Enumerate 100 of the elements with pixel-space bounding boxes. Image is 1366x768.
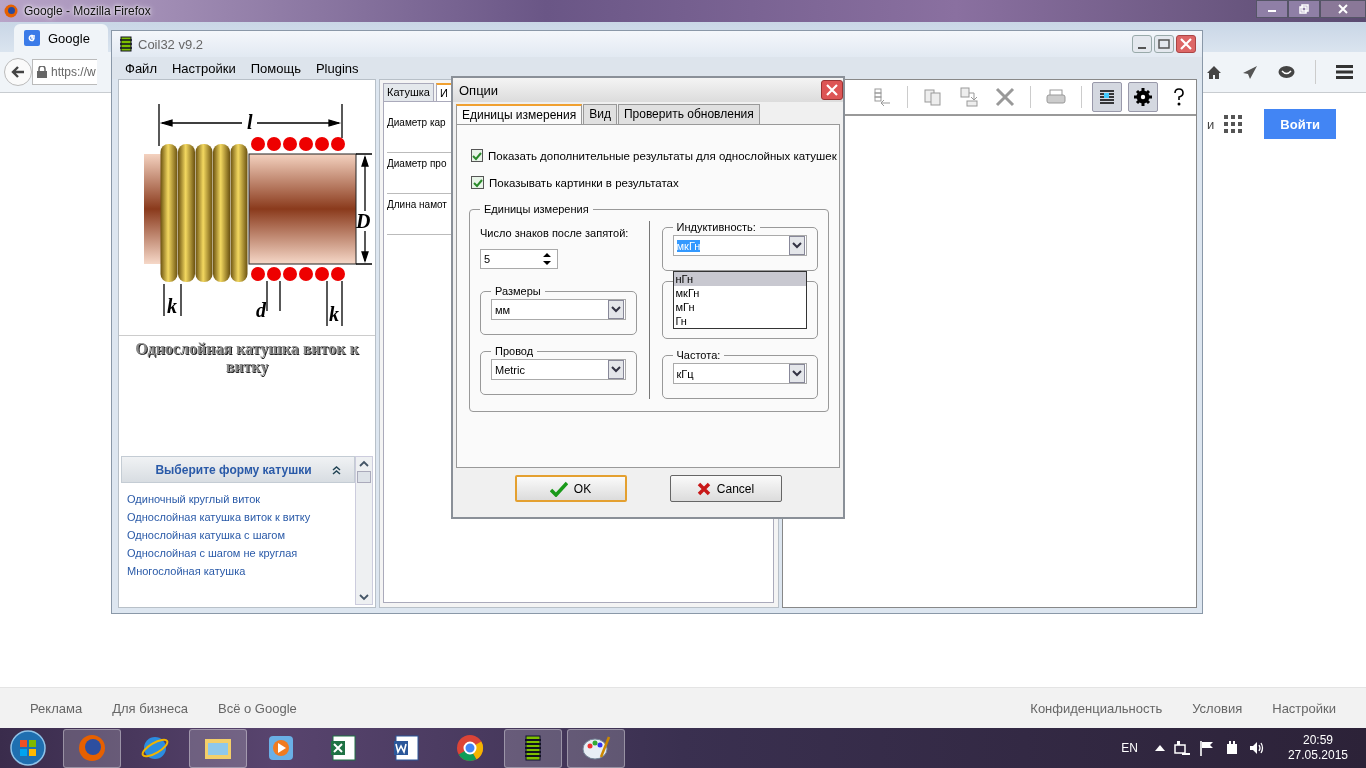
footer-link[interactable]: Для бизнеса bbox=[112, 700, 188, 716]
close-button[interactable] bbox=[821, 80, 843, 100]
footer-link[interactable]: Настройки bbox=[1272, 700, 1336, 716]
menu-item[interactable]: Настройки bbox=[171, 60, 236, 76]
tab[interactable]: Проверить обновления bbox=[617, 104, 760, 124]
partial-text: и bbox=[1207, 116, 1215, 132]
table-icon bbox=[1097, 87, 1117, 107]
spreadsheet-icon bbox=[329, 733, 359, 763]
menu-item[interactable]: Plugins bbox=[315, 60, 359, 76]
clock-date: 27.05.2015 bbox=[1287, 748, 1348, 763]
field-label: Диаметр про bbox=[387, 158, 447, 169]
document-icon bbox=[392, 733, 422, 763]
settings-button[interactable] bbox=[1128, 82, 1158, 112]
taskbar-app-button[interactable] bbox=[189, 728, 247, 768]
caret-icon[interactable] bbox=[607, 360, 624, 379]
footer-link[interactable]: Конфиденциальность bbox=[1030, 700, 1163, 716]
dropdown[interactable]: мм bbox=[491, 299, 626, 320]
coil-shape-link[interactable]: Одиночный круглый виток bbox=[127, 493, 349, 505]
spin-arrows-icon[interactable] bbox=[543, 252, 551, 266]
checkbox-label: Показывать картинки в результатах bbox=[489, 176, 679, 189]
network-icon[interactable] bbox=[1173, 740, 1190, 756]
minimize-icon bbox=[1138, 47, 1146, 49]
app-title: Coil32 v9.2 bbox=[138, 36, 204, 52]
footer-link[interactable]: Всё о Google bbox=[218, 700, 297, 716]
check-icon bbox=[549, 480, 568, 497]
paper-plane-icon[interactable] bbox=[1242, 64, 1258, 80]
cross-icon bbox=[995, 87, 1015, 107]
google-favicon-icon bbox=[24, 30, 40, 46]
sign-in-button[interactable]: Войти bbox=[1264, 109, 1336, 139]
dropdown-option[interactable]: мГн bbox=[673, 300, 806, 314]
address-field[interactable]: https://w bbox=[32, 59, 97, 85]
panel-title: Выберите форму катушки bbox=[155, 462, 312, 477]
browser-tab[interactable]: Google bbox=[14, 24, 108, 52]
minimize-button[interactable] bbox=[1256, 0, 1288, 18]
apps-grid-icon[interactable] bbox=[1224, 115, 1243, 133]
group-title: Индуктивность: bbox=[675, 221, 757, 233]
pitch-label: k bbox=[329, 303, 339, 325]
cancel-button[interactable]: Cancel bbox=[669, 475, 782, 502]
up-arrow-icon[interactable] bbox=[1154, 745, 1165, 751]
wire-diameter-label: d bbox=[256, 299, 266, 321]
group-title: Частота: bbox=[675, 349, 722, 361]
restore-icon bbox=[1299, 4, 1309, 14]
dropdown[interactable]: Metric bbox=[491, 359, 626, 380]
coil-shape-link[interactable]: Однослойная катушка с шагом bbox=[127, 529, 349, 541]
dropdown-option[interactable]: нГн bbox=[673, 272, 806, 286]
menu-item[interactable]: Помощь bbox=[250, 60, 301, 76]
gear-icon bbox=[1133, 87, 1153, 107]
collapse-chevron-icon[interactable] bbox=[331, 464, 341, 475]
window-title: Google - Mozilla Firefox bbox=[24, 4, 151, 18]
caret-icon[interactable] bbox=[607, 300, 624, 319]
minimize-button[interactable] bbox=[1132, 35, 1152, 53]
play-icon bbox=[266, 733, 296, 763]
tab[interactable]: И bbox=[435, 83, 452, 101]
maximize-button[interactable] bbox=[1154, 35, 1174, 53]
scroll-thumb[interactable] bbox=[357, 471, 371, 483]
dropdown-option[interactable]: Гн bbox=[673, 314, 806, 328]
checkbox[interactable] bbox=[471, 176, 484, 189]
taskbar-app-button[interactable] bbox=[504, 728, 562, 768]
coil-shape-link[interactable]: Многослойная катушка bbox=[127, 565, 349, 577]
close-icon bbox=[826, 84, 838, 96]
dialog-title: Опции bbox=[459, 82, 499, 98]
spin-field[interactable]: 5 bbox=[480, 249, 558, 269]
start-button-icon[interactable] bbox=[10, 730, 46, 766]
footer-link[interactable]: Условия bbox=[1192, 700, 1243, 716]
coil-shape-link[interactable]: Однослойная катушка виток к витку bbox=[127, 511, 349, 523]
cross-icon bbox=[696, 481, 711, 496]
panel-header[interactable]: Выберите форму катушки bbox=[121, 456, 355, 483]
close-icon bbox=[1180, 38, 1192, 50]
tab[interactable]: Единицы измерения bbox=[456, 104, 583, 124]
close-button[interactable] bbox=[1176, 35, 1196, 53]
restore-button[interactable] bbox=[1288, 0, 1320, 18]
tab[interactable]: Катушка bbox=[383, 83, 434, 101]
footer-link[interactable]: Реклама bbox=[30, 700, 83, 716]
tab[interactable]: Вид bbox=[583, 104, 617, 124]
chat-icon[interactable] bbox=[1278, 64, 1295, 80]
field-label: Длина намот bbox=[387, 199, 447, 210]
speaker-icon[interactable] bbox=[1248, 740, 1265, 756]
menu-item[interactable]: Файл bbox=[125, 60, 157, 76]
menu-icon[interactable] bbox=[1336, 65, 1353, 79]
field-label: Число знаков после запятой: bbox=[480, 226, 630, 239]
diameter-label: D bbox=[356, 210, 371, 232]
copy-icon bbox=[923, 87, 943, 107]
flag-icon[interactable] bbox=[1198, 740, 1215, 756]
back-button[interactable] bbox=[4, 58, 32, 86]
ok-button[interactable]: OK bbox=[514, 475, 627, 502]
scrollbar[interactable] bbox=[355, 456, 373, 605]
caret-icon[interactable] bbox=[789, 364, 805, 383]
close-button[interactable] bbox=[1320, 0, 1366, 18]
close-icon bbox=[1338, 4, 1348, 14]
dropdown-option[interactable]: мкГн bbox=[673, 286, 806, 300]
table-view-button[interactable] bbox=[1092, 82, 1122, 112]
back-arrow-icon bbox=[10, 64, 26, 80]
dropdown[interactable]: кГц bbox=[672, 363, 807, 384]
fox-globe-icon bbox=[77, 733, 107, 763]
taskbar-app-button[interactable] bbox=[567, 728, 625, 768]
coil-shape-link[interactable]: Однослойная с шагом не круглая bbox=[127, 547, 349, 559]
home-icon[interactable] bbox=[1206, 64, 1222, 80]
language-indicator[interactable]: EN bbox=[1121, 741, 1138, 755]
caret-icon[interactable] bbox=[789, 236, 805, 255]
checkbox[interactable] bbox=[471, 149, 483, 162]
